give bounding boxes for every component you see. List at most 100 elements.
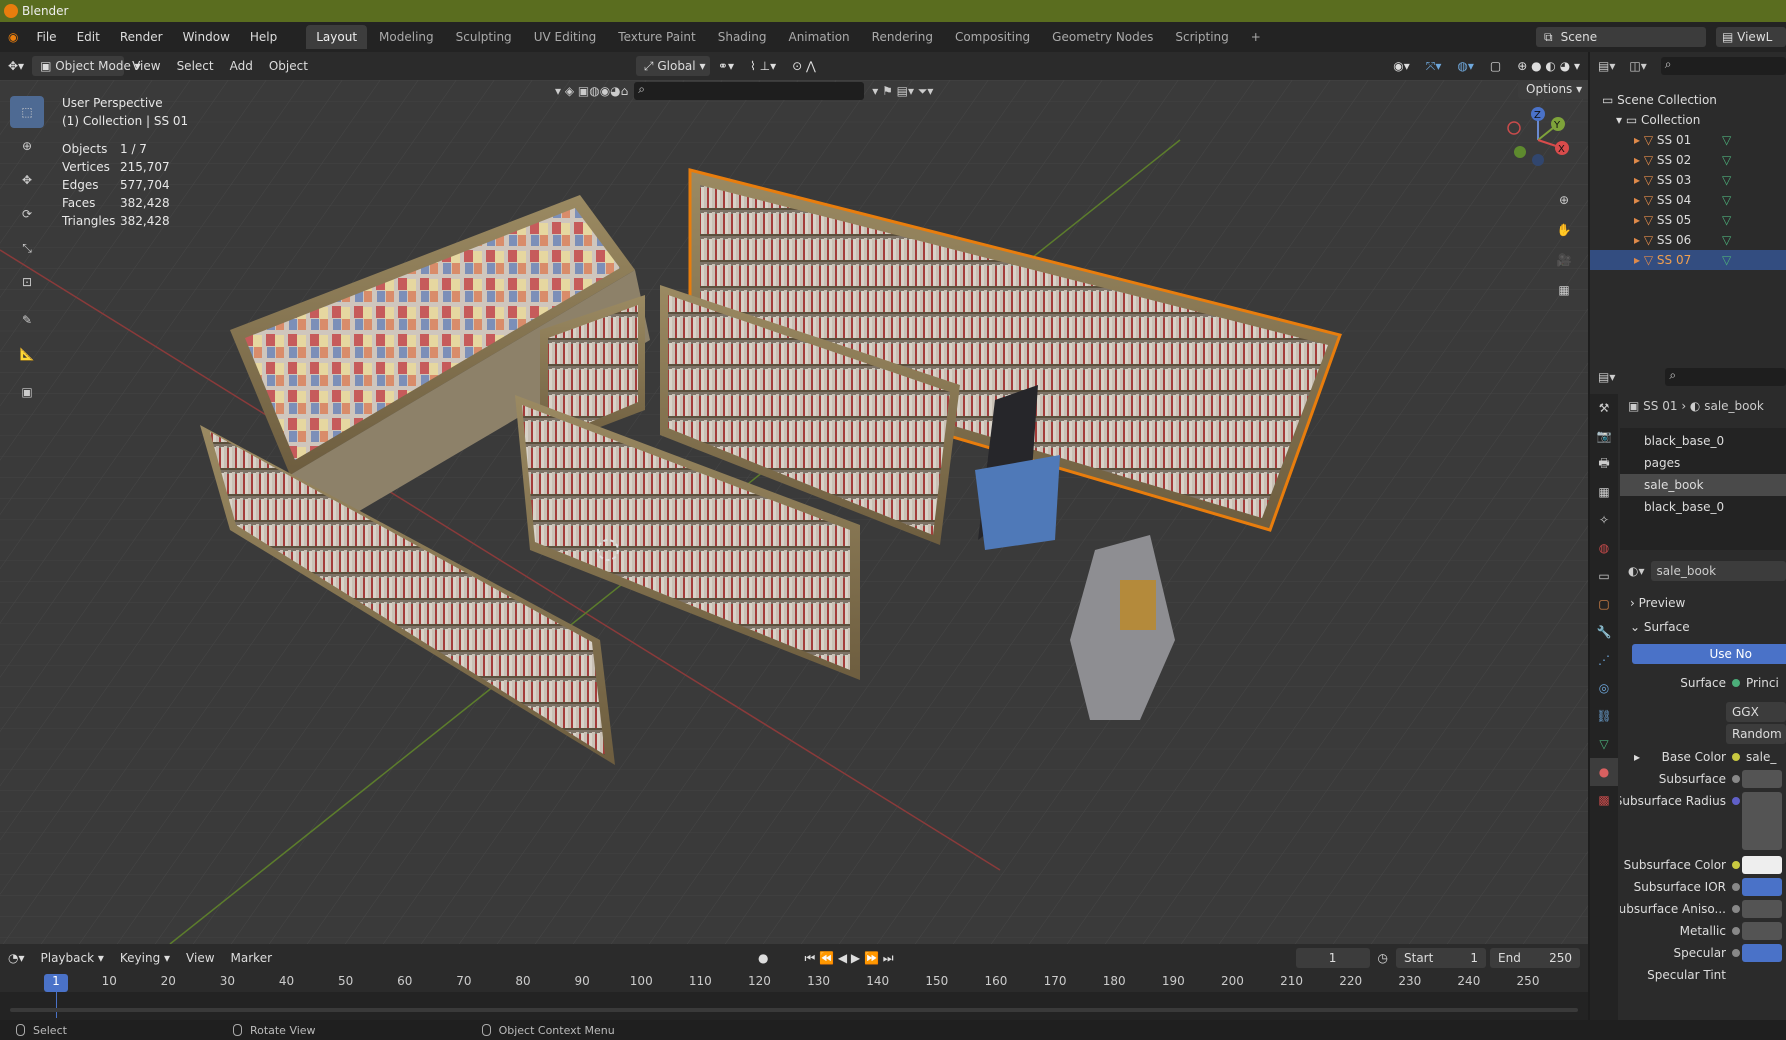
xray-toggle-icon[interactable]: ▢: [1482, 52, 1509, 80]
filter-icon[interactable]: ▾ ⚑ ▤▾ ⏷▾: [872, 84, 933, 99]
record-button-icon[interactable]: ●: [750, 944, 776, 972]
timeline-view-menu[interactable]: View: [178, 944, 222, 972]
current-frame-field[interactable]: 1: [1295, 948, 1370, 968]
options-button[interactable]: Options ▾: [1518, 80, 1588, 99]
world-tab-icon[interactable]: ◍: [1590, 534, 1618, 562]
outliner-item-ss01[interactable]: ▸ ▽ SS 01 ▽: [1590, 130, 1786, 150]
material-slot-selected[interactable]: sale_book: [1620, 474, 1786, 496]
data-tab-icon[interactable]: ▽: [1590, 730, 1618, 758]
outliner-item-ss07[interactable]: ▸ ▽ SS 07 ▽: [1590, 250, 1786, 270]
transform-orientation-selector[interactable]: ⤢ Global ▾: [635, 56, 710, 76]
surface-section[interactable]: ⌄ Surface: [1620, 616, 1786, 638]
subsurface-color-row[interactable]: Subsurface Color: [1620, 854, 1786, 876]
move-tool-button[interactable]: ✥: [10, 164, 44, 196]
texture-tab-icon[interactable]: ▩: [1590, 786, 1618, 814]
physics-tab-icon[interactable]: ◎: [1590, 674, 1618, 702]
timeline-scrollbar[interactable]: [10, 1008, 1578, 1012]
material-name-field[interactable]: sale_book: [1650, 561, 1786, 581]
scene-selector[interactable]: ⧉ Scene: [1536, 27, 1706, 47]
menu-file[interactable]: File: [26, 22, 66, 52]
surface-row[interactable]: Surface Princi: [1620, 672, 1786, 694]
subsurface-method-field[interactable]: Random: [1726, 724, 1786, 744]
base-color-row[interactable]: ▸ Base Color sale_: [1620, 746, 1786, 768]
tool-tab-icon[interactable]: ⚒: [1590, 394, 1618, 422]
mode-selector[interactable]: ▣ Object Mode ▾: [32, 56, 141, 76]
outliner-item-ss05[interactable]: ▸ ▽ SS 05 ▽: [1590, 210, 1786, 230]
specular-row[interactable]: Specular: [1620, 942, 1786, 964]
zoom-icon[interactable]: ⊕: [1550, 186, 1578, 214]
tab-layout[interactable]: Layout: [306, 25, 368, 49]
subsurface-ior-row[interactable]: Subsurface IOR: [1620, 876, 1786, 898]
menu-select[interactable]: Select: [169, 52, 222, 80]
outliner-display-icon[interactable]: ◫▾: [1629, 59, 1646, 73]
constraints-tab-icon[interactable]: ⛓: [1590, 702, 1618, 730]
subsurface-color-swatch[interactable]: [1742, 856, 1782, 874]
cursor-tool-button[interactable]: ⊕: [10, 130, 44, 162]
subsurface-row[interactable]: Subsurface: [1620, 768, 1786, 790]
tab-rendering[interactable]: Rendering: [862, 25, 943, 49]
editor-type-icon[interactable]: ✥▾: [0, 52, 32, 80]
material-slot[interactable]: black_base_0: [1620, 430, 1786, 452]
annotate-tool-button[interactable]: ✎: [10, 304, 44, 336]
metallic-row[interactable]: Metallic: [1620, 920, 1786, 942]
subsurface-aniso-field[interactable]: [1742, 900, 1782, 918]
select-tool-button[interactable]: ⬚: [10, 96, 44, 128]
menu-object[interactable]: Object: [261, 52, 316, 80]
measure-tool-button[interactable]: 📐: [10, 338, 44, 370]
metallic-field[interactable]: [1742, 922, 1782, 940]
start-frame-field[interactable]: Start 1: [1396, 948, 1486, 968]
menu-render[interactable]: Render: [110, 22, 173, 52]
tab-compositing[interactable]: Compositing: [945, 25, 1040, 49]
gizmo-toggle-icon[interactable]: ⤧▾: [1418, 52, 1450, 80]
subsurface-ior-field[interactable]: [1742, 878, 1782, 896]
menu-add[interactable]: Add: [222, 52, 261, 80]
properties-editor-icon[interactable]: ▤▾: [1598, 370, 1615, 384]
menu-edit[interactable]: Edit: [67, 22, 110, 52]
subsurface-aniso-row[interactable]: Subsurface Aniso...: [1620, 898, 1786, 920]
snap-icon[interactable]: ⌇ ⊥▾: [742, 52, 784, 80]
transform-tool-button[interactable]: ⊡: [10, 266, 44, 298]
preview-section[interactable]: › Preview: [1620, 592, 1786, 614]
navigation-gizmo[interactable]: Z Y X: [1498, 102, 1574, 178]
outliner-editor-icon[interactable]: ▤▾: [1598, 59, 1615, 73]
playback-controls-icons[interactable]: ⏮ ⏪ ◀ ▶ ⏩ ⏭: [797, 944, 902, 972]
material-selector[interactable]: ◐▾ sale_book: [1620, 560, 1786, 582]
camera-icon[interactable]: 🎥: [1550, 246, 1578, 274]
specular-tint-row[interactable]: Specular Tint: [1620, 964, 1786, 986]
material-slot[interactable]: black_base_0: [1620, 496, 1786, 518]
scene-tab-icon[interactable]: ✧: [1590, 506, 1618, 534]
view-layer-selector[interactable]: ▤ ViewL: [1716, 27, 1786, 47]
material-tab-icon[interactable]: ●: [1590, 758, 1618, 786]
modifier-tab-icon[interactable]: 🔧: [1590, 618, 1618, 646]
rotate-tool-button[interactable]: ⟳: [10, 198, 44, 230]
object-tab-icon[interactable]: ▢: [1590, 590, 1618, 618]
tab-shading[interactable]: Shading: [708, 25, 777, 49]
3d-viewport[interactable]: ⬚ ⊕ ✥ ⟳ ⤡ ⊡ ✎ 📐 ▣ User Perspective (1) C…: [0, 80, 1588, 944]
pivot-point-icon[interactable]: ⚭▾: [710, 52, 742, 80]
outliner-search-input[interactable]: ⌕: [1660, 57, 1786, 75]
outliner-item-ss02[interactable]: ▸ ▽ SS 02 ▽: [1590, 150, 1786, 170]
particles-tab-icon[interactable]: ⋰: [1590, 646, 1618, 674]
outliner-item-ss04[interactable]: ▸ ▽ SS 04 ▽: [1590, 190, 1786, 210]
marker-menu[interactable]: Marker: [223, 944, 280, 972]
collection-tab-icon[interactable]: ▭: [1590, 562, 1618, 590]
tab-uv-editing[interactable]: UV Editing: [524, 25, 607, 49]
selectability-icons[interactable]: ▾ ◈ ▣◍◉◕⌂: [555, 84, 628, 98]
outliner-item-ss06[interactable]: ▸ ▽ SS 06 ▽: [1590, 230, 1786, 250]
render-tab-icon[interactable]: 📷: [1590, 422, 1618, 450]
subsurface-radius-row[interactable]: Subsurface Radius: [1620, 790, 1786, 854]
outliner-collection[interactable]: ▾ ▭ Collection: [1590, 110, 1786, 130]
playback-menu[interactable]: Playback ▾: [33, 944, 112, 972]
add-cube-tool-button[interactable]: ▣: [10, 376, 44, 408]
distribution-field[interactable]: GGX: [1726, 702, 1786, 722]
pan-hand-icon[interactable]: ✋: [1550, 216, 1578, 244]
specular-field[interactable]: [1742, 944, 1782, 962]
timer-icon[interactable]: ◷: [1370, 944, 1396, 972]
outliner-item-ss03[interactable]: ▸ ▽ SS 03 ▽: [1590, 170, 1786, 190]
viewport-search-input[interactable]: ⌕: [634, 82, 865, 100]
distribution-row[interactable]: GGX: [1620, 702, 1786, 724]
tab-scripting[interactable]: Scripting: [1165, 25, 1238, 49]
scale-tool-button[interactable]: ⤡: [10, 232, 44, 264]
timeline-editor-icon[interactable]: ◔▾: [0, 944, 33, 972]
proportional-edit-icon[interactable]: ⊙ ⋀: [784, 52, 824, 80]
